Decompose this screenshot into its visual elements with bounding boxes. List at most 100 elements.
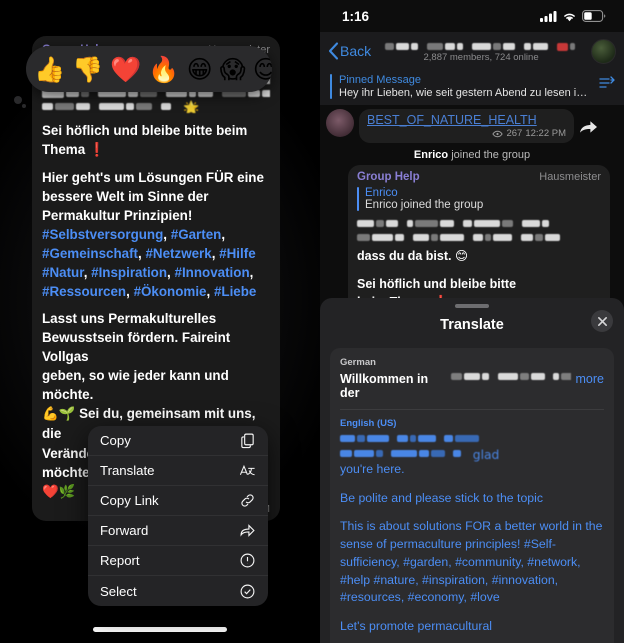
hashtag[interactable]: #Natur [42,265,84,280]
report-icon [240,553,255,568]
hashtag[interactable]: #Gemeinschaft [42,246,138,261]
close-button[interactable] [591,310,613,332]
pinned-message-banner[interactable]: Pinned Message Hey ihr Lieben, wie seit … [320,70,624,105]
reply-quote[interactable]: Enrico Enrico joined the group [357,187,601,211]
chat-title-block: 2,887 members, 724 online [371,40,591,63]
channel-message-time: 12:22 PM [525,128,566,139]
exclamation-emoji: ❗ [88,143,106,159]
screenshot-root: Group Help Hausmeister [0,0,624,643]
source-language-label: German [340,357,376,368]
output-promote-line: Let's promote permacultural [340,618,493,633]
hashtag[interactable]: #Garten [171,227,222,242]
right-phone-pane: 1:16 Back 2,887 members, 724 online Pinn… [320,0,624,643]
source-text-prefix: Willkommen in der [340,372,429,400]
output-glad-word: glad [472,448,500,462]
context-menu-label: Forward [100,523,149,538]
copy-icon [241,433,254,449]
context-menu-item-translate[interactable]: Translate [88,456,268,486]
status-bar: 1:16 [320,0,624,32]
reply-author: Enrico [365,187,398,199]
hashtag[interactable]: #Hilfe [219,246,255,261]
output-polite-line: Be polite and please stick to the topic [340,490,544,505]
status-clock: 1:16 [342,8,370,24]
forward-icon [240,524,255,537]
chevron-left-icon [328,42,339,60]
reaction-scream-icon[interactable]: 😱 [220,57,246,82]
heart-herb-emoji: ❤️🌿 [42,484,76,500]
smile-emoji: 😊 [454,248,468,263]
hashtag[interactable]: #Ökonomie [134,284,207,299]
view-count: 267 [506,128,523,139]
reaction-tail-dot-small [22,104,26,108]
pin-indicator-bar [330,74,332,99]
wifi-icon [564,13,575,21]
context-menu-item-report[interactable]: Report [88,546,268,576]
back-label: Back [340,43,372,59]
reaction-thumbsup-icon[interactable]: 👍 [34,57,65,82]
hashtag[interactable]: #Ressourcen [42,284,126,299]
hashtag[interactable]: #Selbstversorgung [42,227,163,242]
card-header: Group Help Hausmeister [357,171,601,183]
left-phone-pane: Group Help Hausmeister [0,0,320,643]
pin-list-icon[interactable] [598,74,616,92]
context-menu-item-select[interactable]: Select [88,576,268,606]
join-notice: Enrico joined the group [320,149,624,161]
card-author-role: Hausmeister [539,171,601,183]
context-menu[interactable]: Copy Translate Copy Link Forward Report … [88,426,268,606]
pinned-text: Hey ihr Lieben, wie seit gestern Abend z… [339,87,592,99]
redacted-group-title [375,40,587,51]
star-emoji: 🌟 [183,101,200,113]
join-notice-text: joined the group [448,149,531,161]
context-menu-item-forward[interactable]: Forward [88,516,268,546]
translated-output: glad you're here. Be polite and please s… [340,432,604,636]
context-menu-item-copy[interactable]: Copy [88,426,268,456]
redacted-card-text [357,217,601,245]
channel-message-bubble[interactable]: BEST_OF_NATURE_HEALTH 267 12:22 PM [359,109,574,143]
output-line-2: you're here. [340,462,405,476]
message-meta: 267 12:22 PM [367,128,566,139]
hashtag[interactable]: #Liebe [214,284,256,299]
channel-message-row: BEST_OF_NATURE_HEALTH 267 12:22 PM [320,105,624,143]
translate-title: Translate [440,317,504,333]
select-icon [240,584,255,598]
sender-avatar[interactable] [326,109,354,137]
group-help-message-bubble[interactable]: Group Help Hausmeister Enrico Enrico joi… [348,165,610,320]
translate-content: German Willkommen in der more English (U… [330,348,614,643]
reaction-heart-icon[interactable]: ❤️ [110,57,141,82]
pinned-title: Pinned Message [339,74,421,86]
more-link[interactable]: more [576,372,604,386]
hashtag[interactable]: #Netzwerk [145,246,211,261]
reaction-fire-icon[interactable]: 🔥 [148,57,179,82]
chat-subtitle: 2,887 members, 724 online [423,51,539,63]
redacted-output-text: glad [340,432,604,462]
context-menu-item-copy-link[interactable]: Copy Link [88,486,268,516]
reaction-grin-icon[interactable]: 😁 [187,57,213,82]
join-notice-name: Enrico [413,149,449,161]
views-eye-icon [492,130,504,137]
context-menu-label: Translate [100,463,155,478]
emoji-reaction-bar[interactable]: 👍 👎 ❤️ 🔥 😁 😱 😊 [26,46,272,92]
chat-header: Back 2,887 members, 724 online [320,32,624,70]
group-avatar[interactable] [591,38,616,64]
forward-arrow-icon[interactable] [580,119,597,134]
reaction-smile-icon[interactable]: 😊 [253,57,272,82]
context-menu-label: Copy Link [100,493,159,508]
hashtag[interactable]: #Inspiration [91,265,167,280]
context-menu-label: Select [100,583,137,599]
muscle-seedling-emoji: 💪🌱 [42,407,76,423]
glad-line: dass du da bist. 😊 [357,248,468,263]
reaction-thumbsdown-icon[interactable]: 👎 [72,57,103,82]
back-button[interactable]: Back [328,42,371,60]
reply-indicator-bar [357,187,359,211]
hashtag[interactable]: #Innovation [175,265,250,280]
reply-text: Enrico joined the group [365,199,484,211]
translate-titlebar: Translate [320,308,624,342]
redacted-source-text [451,370,571,383]
card-author: Group Help [357,171,420,183]
target-language-label: English (US) [340,418,397,429]
status-icon-group [540,10,606,22]
translate-icon [239,464,255,476]
translate-sheet[interactable]: Translate German Willkommen in der more … [320,298,624,643]
channel-link[interactable]: BEST_OF_NATURE_HEALTH [367,113,566,127]
context-menu-label: Report [100,553,140,568]
